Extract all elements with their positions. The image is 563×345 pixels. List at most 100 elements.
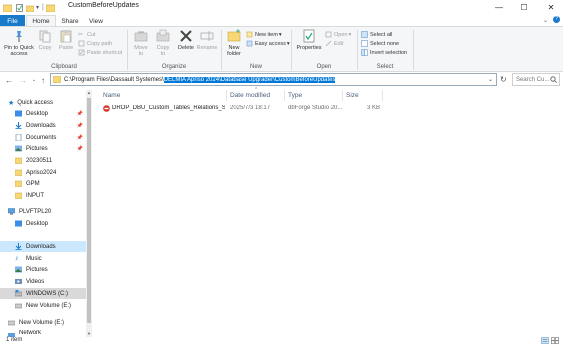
maximize-button[interactable]: ☐ xyxy=(512,0,536,14)
paste-shortcut-button[interactable]: Paste shortcut xyxy=(78,48,122,57)
nav-item-desktop[interactable]: Desktop xyxy=(0,218,86,229)
select-none-button[interactable]: Select none xyxy=(361,39,407,48)
nav-item-pictures[interactable]: Pictures 📌 xyxy=(0,143,86,154)
open-button[interactable]: Open ▾ xyxy=(325,30,351,39)
new-folder-icon[interactable] xyxy=(26,4,34,12)
refresh-icon[interactable]: ↻ xyxy=(500,75,507,84)
large-icons-view-icon[interactable] xyxy=(551,337,559,344)
up-button[interactable]: ↑ xyxy=(38,74,48,86)
column-size[interactable]: Size xyxy=(343,90,383,101)
rename-icon xyxy=(200,31,214,41)
select-group-label: Select xyxy=(376,64,394,70)
nav-item-label: 20230511 xyxy=(26,157,53,164)
details-view-icon[interactable] xyxy=(541,337,549,344)
nav-item-label: WINDOWS (C:) xyxy=(26,290,68,297)
edit-button[interactable]: Edit xyxy=(325,39,351,48)
nav-item-volume-e[interactable]: New Volume (E:) xyxy=(0,317,86,328)
rename-button[interactable]: Rename xyxy=(196,29,218,51)
properties-button[interactable]: Properties xyxy=(293,29,325,51)
nav-quick-access[interactable]: ★ Quick access xyxy=(0,97,86,108)
file-type: dbForge Studio 20... xyxy=(288,105,343,111)
status-bar: 1 item xyxy=(0,337,563,345)
expand-ribbon-icon[interactable]: ⌄ xyxy=(543,17,548,24)
pin-icon: 📌 xyxy=(76,145,83,152)
delete-button[interactable]: Delete xyxy=(176,29,196,51)
back-button[interactable]: ← xyxy=(4,74,14,86)
paste-label: Paste xyxy=(58,45,74,51)
nav-item-documents[interactable]: Documents 📌 xyxy=(0,132,86,143)
copy-path-button[interactable]: Copy path xyxy=(78,39,122,48)
nav-item-label: Pictures xyxy=(26,266,48,273)
network-icon xyxy=(8,333,15,337)
cut-button[interactable]: ✂ Cut xyxy=(78,30,122,39)
nav-this-pc[interactable]: PLVFTPL20 xyxy=(0,206,86,217)
copy-to-button[interactable]: Copy to xyxy=(152,29,174,57)
forward-button[interactable]: → xyxy=(18,74,28,86)
open-small-buttons: Open ▾ Edit xyxy=(325,30,351,48)
drive-icon xyxy=(15,290,22,297)
address-row: ← → ⌄ ↑ C:\Program Files\Dassault System… xyxy=(0,72,563,88)
properties-icon[interactable] xyxy=(16,3,23,12)
computer-icon xyxy=(8,208,15,215)
new-item-label: New item xyxy=(255,31,278,38)
nav-item-desktop[interactable]: Desktop 📌 xyxy=(0,108,86,119)
file-date: 2025/7/3 18:17 xyxy=(230,105,271,111)
nav-item-drive-c[interactable]: WINDOWS (C:) xyxy=(0,288,86,299)
nav-item-pictures[interactable]: Pictures xyxy=(0,264,86,275)
open-icon xyxy=(325,31,332,38)
select-all-button[interactable]: Select all xyxy=(361,30,407,39)
select-small-buttons: Select all Select none Invert selection xyxy=(361,30,407,57)
scroll-up-icon[interactable]: ▲ xyxy=(86,90,92,96)
nav-scrollbar-thumb[interactable] xyxy=(87,98,91,323)
select-none-icon xyxy=(361,40,368,47)
pin-to-quick-access-button[interactable]: Pin to Quick access xyxy=(2,29,36,57)
new-folder-button[interactable]: New folder xyxy=(223,29,245,57)
dropdown-arrow-icon: ▾ xyxy=(348,31,352,38)
invert-selection-button[interactable]: Invert selection xyxy=(361,48,407,57)
address-dropdown-icon[interactable]: ⌄ xyxy=(488,76,493,83)
help-icon[interactable]: ? xyxy=(553,16,560,23)
folder-icon xyxy=(53,76,61,83)
properties-icon xyxy=(303,29,315,43)
move-to-icon xyxy=(134,31,148,42)
file-list-header: Name Date modified Type Size ^ xyxy=(100,87,560,101)
column-name[interactable]: Name xyxy=(100,90,227,101)
column-type[interactable]: Type xyxy=(285,90,343,101)
nav-item-label: Music xyxy=(26,255,42,262)
move-to-button[interactable]: Move to xyxy=(130,29,152,57)
nav-item-folder[interactable]: INPUT xyxy=(0,190,86,201)
easy-access-button[interactable]: Easy access ▾ xyxy=(246,39,290,48)
copy-button[interactable]: Copy xyxy=(36,29,54,51)
nav-item-drive-e[interactable]: New Volume (E:) xyxy=(0,300,86,311)
nav-item-videos[interactable]: Videos xyxy=(0,276,86,287)
nav-item-network[interactable]: Network xyxy=(0,330,86,337)
window-title: CustomBeforeUpdates xyxy=(68,2,139,9)
address-bar[interactable]: C:\Program Files\Dassault Systemes\DELMI… xyxy=(50,73,497,86)
copy-to-label: Copy to xyxy=(156,45,170,57)
nav-item-downloads[interactable]: Downloads xyxy=(0,241,86,252)
nav-item-folder[interactable]: 20230511 xyxy=(0,155,86,166)
pin-icon: 📌 xyxy=(76,122,83,129)
new-item-button[interactable]: New item ▾ xyxy=(246,30,290,39)
customize-quick-access-icon[interactable]: ▾ xyxy=(36,4,39,11)
nav-item-music[interactable]: ♪ Music xyxy=(0,253,86,264)
copy-icon xyxy=(39,30,51,43)
desktop-icon xyxy=(15,220,22,227)
close-button[interactable]: ✕ xyxy=(539,0,563,14)
nav-item-folder[interactable]: Apriso2024 xyxy=(0,167,86,178)
paste-button[interactable]: Paste xyxy=(56,29,76,51)
organize-group-label: Organize xyxy=(161,64,187,70)
pin-label: Pin to Quick access xyxy=(4,45,34,57)
folder-icon xyxy=(15,169,22,176)
invert-selection-icon xyxy=(361,49,368,56)
pictures-icon xyxy=(15,145,22,152)
nav-item-folder[interactable]: GPM xyxy=(0,178,86,189)
nav-item-downloads[interactable]: Downloads 📌 xyxy=(0,120,86,131)
minimize-button[interactable]: — xyxy=(487,0,511,14)
nav-item-label: Desktop xyxy=(26,220,49,227)
delete-icon xyxy=(180,30,192,42)
nav-item-label: Videos xyxy=(26,278,45,285)
table-row[interactable]: DROP_DBU_Custom_Tables_Relations_Sc... 2… xyxy=(100,103,385,114)
music-icon: ♪ xyxy=(15,255,19,262)
nav-item-label: INPUT xyxy=(26,192,44,199)
